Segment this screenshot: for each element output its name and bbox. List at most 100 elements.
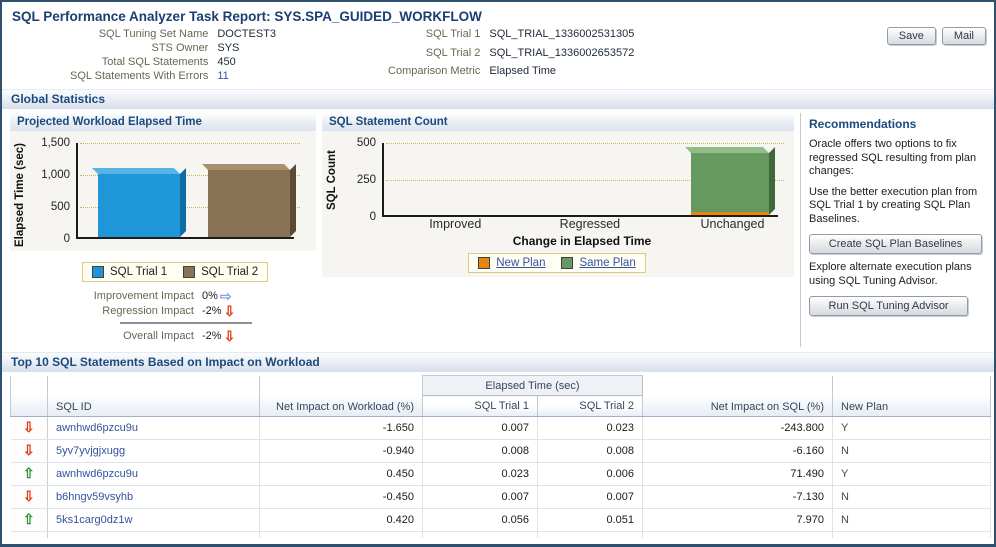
- sql-trial1-value: SQL_TRIAL_1336002531305: [489, 28, 635, 40]
- workload-chart-plot: [76, 143, 300, 239]
- recommendations-panel: Recommendations Oracle offers two option…: [800, 113, 986, 347]
- regressed-arrow-icon: ⇩: [223, 302, 236, 319]
- regressed-arrow-icon: ⇩: [22, 442, 35, 458]
- sql-id-link[interactable]: 5ks1carg0dz1w: [47, 508, 260, 532]
- trial1-elapsed-value: 0.007: [422, 485, 538, 509]
- net-impact-workload-value: -0.450: [259, 485, 423, 509]
- report-header: SQL Performance Analyzer Task Report: SY…: [2, 2, 994, 84]
- create-sql-plan-baselines-button[interactable]: Create SQL Plan Baselines: [809, 234, 982, 254]
- sts-owner-label: STS Owner: [151, 42, 209, 54]
- header-actions: Save Mail: [886, 27, 986, 45]
- total-statements-value: 450: [217, 56, 236, 68]
- table-row: ⇩ 5yv7yvjgjxugg -0.940 0.008 0.008 -6.16…: [10, 439, 991, 463]
- trial1-elapsed-value: 0.023: [422, 462, 538, 486]
- sql-statement-count-panel: SQL Statement Count SQL Count 500 250 0: [322, 113, 794, 347]
- comparison-metric-label: Comparison Metric: [388, 65, 481, 78]
- overall-impact-value: -2% ⇩: [202, 327, 316, 344]
- regressed-arrow-icon: ⇩: [223, 327, 236, 344]
- sql-trial2-value: SQL_TRIAL_1336002653572: [489, 46, 635, 59]
- net-impact-sql-value: -243.800: [642, 416, 833, 440]
- new-plan-value: N: [832, 508, 991, 532]
- x-category-regressed: Regressed: [559, 217, 621, 231]
- total-statements-label: Total SQL Statements: [101, 56, 209, 68]
- global-statistics-panels: Projected Workload Elapsed Time Elapsed …: [2, 109, 994, 347]
- trial1-elapsed-value: 0.008: [422, 439, 538, 463]
- x-category-unchanged: Unchanged: [700, 217, 765, 231]
- workload-chart-y-axis-label: Elapsed Time (sec): [14, 143, 26, 247]
- net-impact-sql-value: -6.160: [642, 439, 833, 463]
- trial1-elapsed-value: 0.007: [422, 416, 538, 440]
- regressed-arrow-icon: ⇩: [22, 419, 35, 435]
- y-tick: 0: [63, 233, 70, 245]
- y-tick: 1,000: [41, 169, 70, 181]
- net-impact-sql-value: 7.970: [642, 508, 833, 532]
- run-sql-tuning-advisor-button[interactable]: Run SQL Tuning Advisor: [809, 296, 969, 316]
- global-statistics-section-header: Global Statistics: [2, 89, 994, 109]
- impact-summary: Improvement Impact 0% ⇨ Regression Impac…: [24, 289, 316, 344]
- sql-trial2-label: SQL Trial 2: [425, 46, 481, 59]
- improvement-impact-label: Improvement Impact: [93, 289, 194, 302]
- baseline-recommendation-text: Use the better execution plan from SQL T…: [809, 185, 978, 225]
- statement-count-plot: [382, 143, 784, 217]
- save-button[interactable]: Save: [886, 27, 936, 45]
- overall-impact-label: Overall Impact: [123, 329, 194, 342]
- sql-trial-1-swatch-icon: [92, 265, 104, 278]
- mail-button[interactable]: Mail: [941, 27, 986, 45]
- sql-id-link[interactable]: awnhwd6pzcu9u: [47, 462, 260, 486]
- new-plan-swatch-icon: [478, 257, 491, 269]
- same-plan-swatch-icon: [561, 257, 574, 269]
- y-tick: 250: [356, 174, 376, 186]
- net-impact-sql-value: 71.490: [642, 462, 833, 486]
- legend-item-new-plan: New Plan: [478, 257, 545, 269]
- spa-task-report-page: SQL Performance Analyzer Task Report: SY…: [0, 0, 996, 547]
- gridline: [80, 143, 300, 144]
- y-tick: 500: [356, 137, 376, 149]
- workload-chart: Elapsed Time (sec) 1,500 1,000 500 0: [10, 131, 316, 251]
- statement-count-x-axis-label: Change in Elapsed Time: [512, 234, 652, 248]
- impact-percent: 0%: [202, 289, 218, 302]
- recommendations-intro: Oracle offers two options to fix regress…: [809, 138, 977, 177]
- statement-count-x-categories: Improved Regressed Unchanged: [384, 217, 780, 234]
- sql-trial-2-swatch-icon: [183, 265, 196, 278]
- legend-item-sql-trial-2: SQL Trial 2: [183, 265, 258, 278]
- new-plan-value: Y: [832, 416, 991, 440]
- net-impact-workload-value: -0.940: [259, 439, 423, 463]
- legend-label: SQL Trial 1: [110, 265, 168, 278]
- table-row: ⇧ 5ks1carg0dz1w 0.420 0.056 0.051 7.970 …: [10, 508, 991, 532]
- improvement-impact-value: 0% ⇨: [202, 289, 316, 303]
- regression-impact-value: -2% ⇩: [202, 302, 316, 319]
- impact-percent: -2%: [202, 329, 222, 342]
- new-plan-value: N: [832, 485, 991, 509]
- same-plan-legend-link[interactable]: Same Plan: [579, 257, 635, 269]
- improved-arrow-icon: ⇧: [22, 465, 35, 481]
- top-sql-table: SQL ID Net Impact on Workload (%) Elapse…: [10, 375, 991, 538]
- net-impact-workload-value: -1.650: [259, 416, 423, 440]
- legend-item-sql-trial-1: SQL Trial 1: [92, 265, 168, 278]
- statement-count-y-ticks: 500 250 0: [342, 137, 382, 223]
- col-header-sql-id: SQL ID: [47, 375, 260, 417]
- net-impact-workload-value: 0.450: [259, 462, 423, 486]
- trial2-elapsed-value: 0.023: [537, 416, 643, 440]
- statements-errors-label: SQL Statements With Errors: [70, 70, 209, 82]
- regression-impact-label: Regression Impact: [102, 304, 194, 317]
- impact-divider: [120, 321, 252, 324]
- trial1-elapsed-value: 0.056: [422, 508, 538, 532]
- sql-id-link[interactable]: b6hngv59vsyhb: [47, 485, 260, 509]
- sql-trial-1-bar: [98, 173, 180, 237]
- col-group-elapsed-time: Elapsed Time (sec): [422, 375, 643, 396]
- workload-elapsed-time-panel: Projected Workload Elapsed Time Elapsed …: [10, 113, 316, 347]
- workload-chart-title: Projected Workload Elapsed Time: [10, 113, 316, 131]
- sql-id-link[interactable]: awnhwd6pzcu9u: [47, 416, 260, 440]
- new-plan-legend-link[interactable]: New Plan: [496, 257, 545, 269]
- y-tick: 0: [369, 211, 376, 223]
- sts-name-label: SQL Tuning Set Name: [98, 28, 209, 40]
- statements-errors-value: 11: [217, 70, 229, 82]
- col-header-new-plan: New Plan: [832, 375, 991, 417]
- legend-item-same-plan: Same Plan: [561, 257, 636, 269]
- trial2-elapsed-value: 0.008: [537, 439, 643, 463]
- unchanged-stacked-bar: [690, 153, 769, 215]
- sql-id-link[interactable]: 5yv7yvjgjxugg: [47, 439, 260, 463]
- workload-chart-y-ticks: 1,500 1,000 500 0: [30, 137, 76, 245]
- impact-percent: -2%: [202, 304, 222, 317]
- new-plan-value: N: [832, 439, 991, 463]
